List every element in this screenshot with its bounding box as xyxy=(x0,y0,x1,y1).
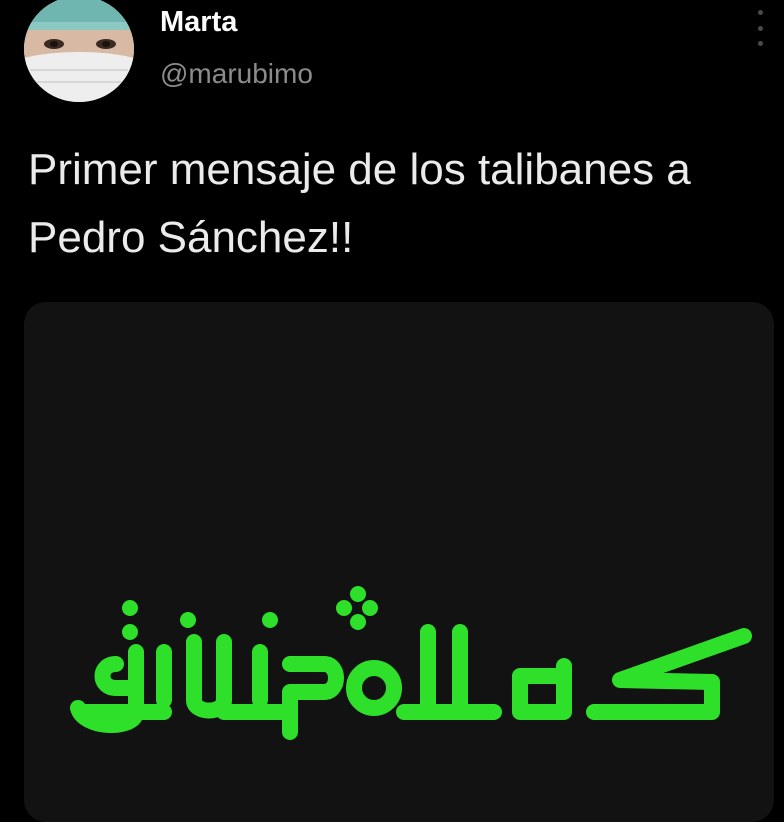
tweet-text: Primer mensaje de los talibanes a Pedro … xyxy=(28,145,691,262)
more-options-button[interactable] xyxy=(750,10,770,46)
more-vertical-icon-dot xyxy=(757,25,763,31)
tweet-media[interactable]: gilipollas xyxy=(24,302,774,822)
avatar-photo xyxy=(24,0,134,102)
gilipollas-image: gilipollas xyxy=(70,586,752,740)
author-name[interactable]: Marta xyxy=(160,6,237,39)
tweet: Marta @marubimo Primer mensaje de los ta… xyxy=(0,0,784,822)
avatar[interactable] xyxy=(24,0,134,102)
author-handle[interactable]: @marubimo xyxy=(160,58,313,90)
more-vertical-icon xyxy=(757,10,763,15)
more-vertical-icon-dot xyxy=(757,41,763,46)
